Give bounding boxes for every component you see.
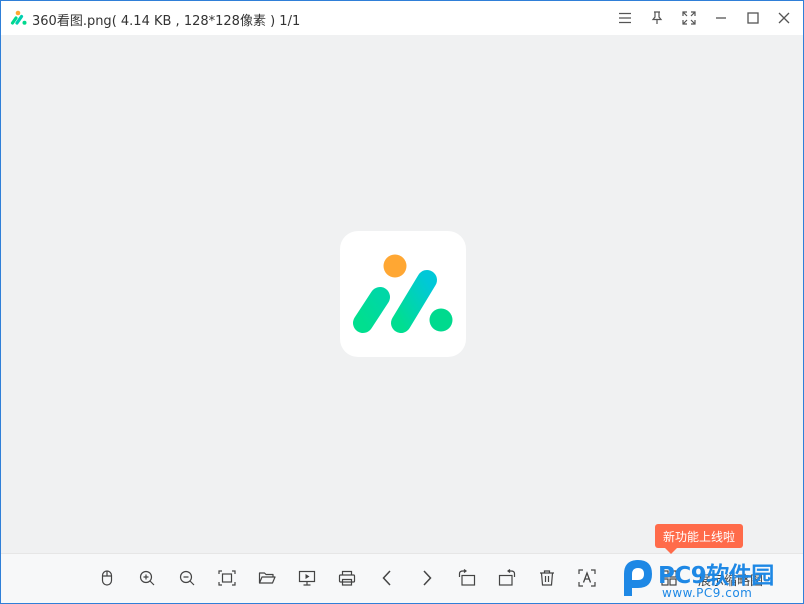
open-folder-icon <box>258 572 276 584</box>
delete-button[interactable] <box>534 566 560 590</box>
fit-window-button[interactable] <box>214 566 240 590</box>
maximize-icon <box>747 12 759 24</box>
new-feature-tooltip[interactable]: 新功能上线啦 <box>655 524 743 554</box>
rotate-left-icon <box>458 569 476 586</box>
watermark: PC9软件园 www.PC9.com <box>616 554 804 604</box>
image-counter: 1/1 <box>279 14 301 29</box>
pin-button[interactable] <box>645 7 669 29</box>
viewer-window: 360看图.png( 4.14 KB , 128*128像素 ) 1/1 展示缩… <box>0 0 804 604</box>
previous-image-button[interactable] <box>374 566 400 590</box>
watermark-title: PC9软件园 <box>658 563 774 589</box>
rotate-left-button[interactable] <box>454 566 480 590</box>
ocr-text-icon <box>578 569 596 587</box>
pc9-logo-icon <box>624 560 652 596</box>
minimize-icon <box>716 17 726 19</box>
fullscreen-icon <box>682 11 696 25</box>
image-viewport[interactable] <box>1 35 803 553</box>
app-logo-icon <box>353 254 453 333</box>
next-icon <box>423 570 432 586</box>
open-folder-button[interactable] <box>254 566 280 590</box>
menu-button[interactable] <box>613 7 637 29</box>
zoom-in-button[interactable] <box>134 566 160 590</box>
mouse-icon <box>101 570 113 586</box>
zoom-out-button[interactable] <box>174 566 200 590</box>
slideshow-button[interactable] <box>294 566 320 590</box>
window-title: 360看图.png( 4.14 KB , 128*128像素 ) 1/1 <box>32 10 300 29</box>
title-bar[interactable]: 360看图.png( 4.14 KB , 128*128像素 ) 1/1 <box>1 1 803 35</box>
zoom-in-icon <box>139 570 155 586</box>
fullscreen-button[interactable] <box>677 7 701 29</box>
slideshow-icon <box>298 570 316 586</box>
rotate-right-icon <box>498 569 516 586</box>
app-logo-icon <box>10 10 27 25</box>
mouse-mode-button[interactable] <box>94 566 120 590</box>
displayed-image[interactable] <box>340 231 466 357</box>
file-name: 360看图.png <box>32 14 112 29</box>
rotate-right-button[interactable] <box>494 566 520 590</box>
next-image-button[interactable] <box>414 566 440 590</box>
minimize-button[interactable] <box>709 7 733 29</box>
fit-window-icon <box>218 570 236 586</box>
prev-icon <box>382 570 391 586</box>
menu-icon <box>619 12 631 24</box>
pin-icon <box>651 11 663 24</box>
file-info: ( 4.14 KB , 128*128像素 ) <box>111 14 276 29</box>
close-button[interactable] <box>772 7 796 29</box>
print-icon <box>338 570 356 586</box>
zoom-out-icon <box>179 570 195 586</box>
ocr-text-button[interactable] <box>574 566 600 590</box>
close-icon <box>778 12 790 24</box>
delete-icon <box>540 570 554 586</box>
watermark-url: www.PC9.com <box>662 586 753 600</box>
maximize-button[interactable] <box>741 7 765 29</box>
print-button[interactable] <box>334 566 360 590</box>
